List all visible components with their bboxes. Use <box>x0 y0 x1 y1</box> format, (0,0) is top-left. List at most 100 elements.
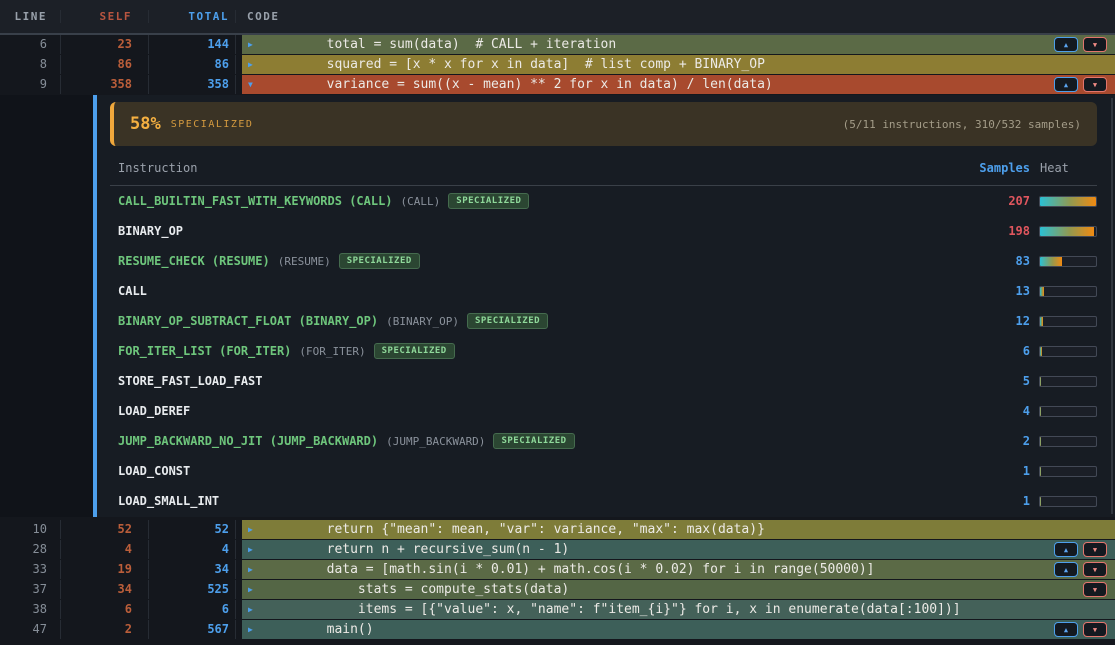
specialization-panel: 58% SPECIALIZED (5/11 instructions, 310/… <box>0 95 1115 517</box>
line-number: 33 <box>0 560 61 579</box>
rank-down-button[interactable]: ▼ <box>1083 542 1107 557</box>
rank-up-button[interactable]: ▲ <box>1054 622 1078 637</box>
opcode-name: LOAD_SMALL_INT <box>118 494 219 508</box>
instruction-name: BINARY_OP_SUBTRACT_FLOAT (BINARY_OP) (BI… <box>118 313 970 329</box>
heat-bar-fill <box>1040 317 1043 326</box>
rank-down-button[interactable]: ▼ <box>1083 562 1107 577</box>
instruction-row[interactable]: BINARY_OP 198 <box>110 216 1097 246</box>
instruction-row[interactable]: BINARY_OP_SUBTRACT_FLOAT (BINARY_OP) (BI… <box>110 306 1097 336</box>
sample-count: 83 <box>970 254 1030 268</box>
heat-bar-fill <box>1040 437 1041 446</box>
column-header-code: CODE <box>236 10 1115 23</box>
code-line[interactable]: ▶ data = [math.sin(i * 0.01) + math.cos(… <box>242 560 1115 579</box>
opcode-name: CALL_BUILTIN_FAST_WITH_KEYWORDS (CALL) <box>118 194 393 208</box>
code-text: return n + recursive_sum(n - 1) <box>264 540 1054 559</box>
instruction-row[interactable]: CALL 13 <box>110 276 1097 306</box>
rank-down-button[interactable]: ▼ <box>1083 37 1107 52</box>
code-text: squared = [x * x for x in data] # list c… <box>264 55 1107 74</box>
rank-buttons: ▲▼ <box>1054 562 1107 577</box>
instruction-row[interactable]: CALL_BUILTIN_FAST_WITH_KEYWORDS (CALL) (… <box>110 186 1097 216</box>
instruction-row[interactable]: LOAD_CONST 1 <box>110 456 1097 486</box>
code-line[interactable]: ▶ main() ▲▼ <box>242 620 1115 639</box>
code-row: 9 358 358 ▼ variance = sum((x - mean) **… <box>0 75 1115 94</box>
heat-bar-fill <box>1040 347 1042 356</box>
line-number: 10 <box>0 520 61 539</box>
samples-column-header: Samples <box>970 161 1030 175</box>
rank-up-button[interactable]: ▲ <box>1054 77 1078 92</box>
code-line[interactable]: ▶ return {"mean": mean, "var": variance,… <box>242 520 1115 539</box>
specialized-badge: SPECIALIZED <box>339 253 420 269</box>
opcode-name: JUMP_BACKWARD_NO_JIT (JUMP_BACKWARD) <box>118 434 378 448</box>
expander-icon[interactable]: ▶ <box>248 60 264 69</box>
sample-count: 4 <box>970 404 1030 418</box>
scrollbar[interactable] <box>1111 98 1113 514</box>
rank-buttons: ▲▼ <box>1054 542 1107 557</box>
total-samples: 52 <box>149 520 236 539</box>
column-header-self: SELF <box>61 10 149 23</box>
rank-down-button[interactable]: ▼ <box>1083 622 1107 637</box>
instruction-row[interactable]: JUMP_BACKWARD_NO_JIT (JUMP_BACKWARD) (JU… <box>110 426 1097 456</box>
heat-bar-fill <box>1040 497 1041 506</box>
opcode-name: LOAD_CONST <box>118 464 190 478</box>
panel-gutter <box>0 95 93 517</box>
code-row: 8 86 86 ▶ squared = [x * x for x in data… <box>0 55 1115 74</box>
total-samples: 6 <box>149 600 236 619</box>
heat-bar <box>1039 226 1097 237</box>
instruction-name: STORE_FAST_LOAD_FAST <box>118 374 970 388</box>
instruction-row[interactable]: LOAD_DEREF 4 <box>110 396 1097 426</box>
heat-bar <box>1039 406 1097 417</box>
instruction-row[interactable]: RESUME_CHECK (RESUME) (RESUME) SPECIALIZ… <box>110 246 1097 276</box>
code-row: 28 4 4 ▶ return n + recursive_sum(n - 1)… <box>0 540 1115 559</box>
total-samples: 86 <box>149 55 236 74</box>
rank-up-button[interactable]: ▲ <box>1054 37 1078 52</box>
specialized-label: SPECIALIZED <box>171 119 254 130</box>
code-line[interactable]: ▶ return n + recursive_sum(n - 1) ▲▼ <box>242 540 1115 559</box>
self-samples: 19 <box>61 560 149 579</box>
instruction-row[interactable]: FOR_ITER_LIST (FOR_ITER) (FOR_ITER) SPEC… <box>110 336 1097 366</box>
expander-icon[interactable]: ▶ <box>248 585 264 594</box>
expander-icon[interactable]: ▶ <box>248 40 264 49</box>
bottom-code-rows: 10 52 52 ▶ return {"mean": mean, "var": … <box>0 520 1115 639</box>
sample-count: 13 <box>970 284 1030 298</box>
sample-count: 6 <box>970 344 1030 358</box>
code-line[interactable]: ▶ total = sum(data) # CALL + iteration ▲… <box>242 35 1115 54</box>
expander-icon[interactable]: ▶ <box>248 545 264 554</box>
instruction-row[interactable]: LOAD_SMALL_INT 1 <box>110 486 1097 516</box>
self-samples: 23 <box>61 35 149 54</box>
heat-bar-fill <box>1040 287 1044 296</box>
expander-icon[interactable]: ▶ <box>248 605 264 614</box>
code-row: 38 6 6 ▶ items = [{"value": x, "name": f… <box>0 600 1115 619</box>
code-line[interactable]: ▶ items = [{"value": x, "name": f"item_{… <box>242 600 1115 619</box>
expander-icon[interactable]: ▼ <box>248 80 264 89</box>
code-row: 6 23 144 ▶ total = sum(data) # CALL + it… <box>0 35 1115 54</box>
opcode-name: RESUME_CHECK (RESUME) <box>118 254 270 268</box>
line-number: 37 <box>0 580 61 599</box>
sample-count: 5 <box>970 374 1030 388</box>
code-line[interactable]: ▼ variance = sum((x - mean) ** 2 for x i… <box>242 75 1115 94</box>
rank-up-button[interactable]: ▲ <box>1054 562 1078 577</box>
code-row: 47 2 567 ▶ main() ▲▼ <box>0 620 1115 639</box>
column-header-total: TOTAL <box>149 10 236 23</box>
code-text: main() <box>264 620 1054 639</box>
expander-icon[interactable]: ▶ <box>248 525 264 534</box>
rank-down-button[interactable]: ▼ <box>1083 77 1107 92</box>
instruction-name: BINARY_OP <box>118 224 970 238</box>
expander-icon[interactable]: ▶ <box>248 565 264 574</box>
base-opcode-name: (CALL) <box>401 195 441 208</box>
code-line[interactable]: ▶ squared = [x * x for x in data] # list… <box>242 55 1115 74</box>
expander-icon[interactable]: ▶ <box>248 625 264 634</box>
rank-buttons: ▲▼ <box>1054 622 1107 637</box>
heat-column-header: Heat <box>1039 161 1097 175</box>
specialized-percent: 58% <box>130 114 161 134</box>
panel-content: 58% SPECIALIZED (5/11 instructions, 310/… <box>97 95 1115 517</box>
opcode-name: LOAD_DEREF <box>118 404 190 418</box>
opcode-name: STORE_FAST_LOAD_FAST <box>118 374 263 388</box>
self-samples: 34 <box>61 580 149 599</box>
heat-bar <box>1039 346 1097 357</box>
instruction-row[interactable]: STORE_FAST_LOAD_FAST 5 <box>110 366 1097 396</box>
code-row: 37 34 525 ▶ stats = compute_stats(data) … <box>0 580 1115 599</box>
rank-down-button[interactable]: ▼ <box>1083 582 1107 597</box>
rank-up-button[interactable]: ▲ <box>1054 542 1078 557</box>
code-line[interactable]: ▶ stats = compute_stats(data) ▼ <box>242 580 1115 599</box>
heat-bar <box>1039 286 1097 297</box>
